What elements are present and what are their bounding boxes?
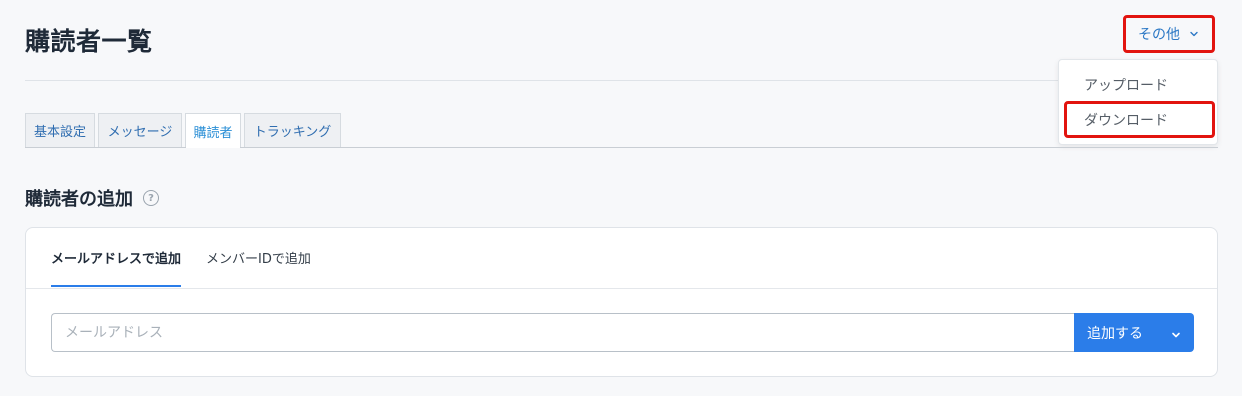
more-button[interactable]: その他 — [1123, 15, 1215, 53]
subtab-add-by-email[interactable]: メールアドレスで追加 — [51, 248, 181, 287]
card-divider — [26, 288, 1217, 289]
add-subscriber-card: メールアドレスで追加 メンバーIDで追加 追加する — [25, 227, 1218, 377]
subtab-add-by-member-id[interactable]: メンバーIDで追加 — [206, 248, 311, 287]
help-icon[interactable]: ? — [143, 190, 159, 206]
section-title-text: 購読者の追加 — [25, 189, 133, 210]
tab-messages[interactable]: メッセージ — [98, 113, 182, 147]
chevron-down-icon — [1188, 28, 1200, 40]
add-button-label: 追加する — [1087, 325, 1143, 342]
chevron-down-icon[interactable] — [1170, 326, 1182, 345]
tab-subscribers[interactable]: 購読者 — [185, 113, 241, 148]
email-input[interactable] — [51, 313, 1075, 352]
title-divider — [25, 80, 1218, 81]
page-title: 購読者一覧 — [25, 27, 153, 56]
section-title: 購読者の追加 ? — [25, 185, 159, 211]
add-button[interactable]: 追加する — [1074, 313, 1194, 352]
more-dropdown-menu: アップロード ダウンロード — [1058, 59, 1218, 145]
page: 購読者一覧 その他 アップロード ダウンロード 基本設定 メッセージ 購読者 ト… — [0, 0, 1242, 396]
active-tab-gap — [186, 147, 240, 148]
more-button-label: その他 — [1138, 27, 1180, 43]
tab-basic-settings[interactable]: 基本設定 — [25, 113, 95, 147]
menu-item-download[interactable]: ダウンロード — [1064, 101, 1215, 138]
menu-item-upload[interactable]: アップロード — [1059, 69, 1217, 101]
tab-tracking[interactable]: トラッキング — [244, 113, 341, 147]
